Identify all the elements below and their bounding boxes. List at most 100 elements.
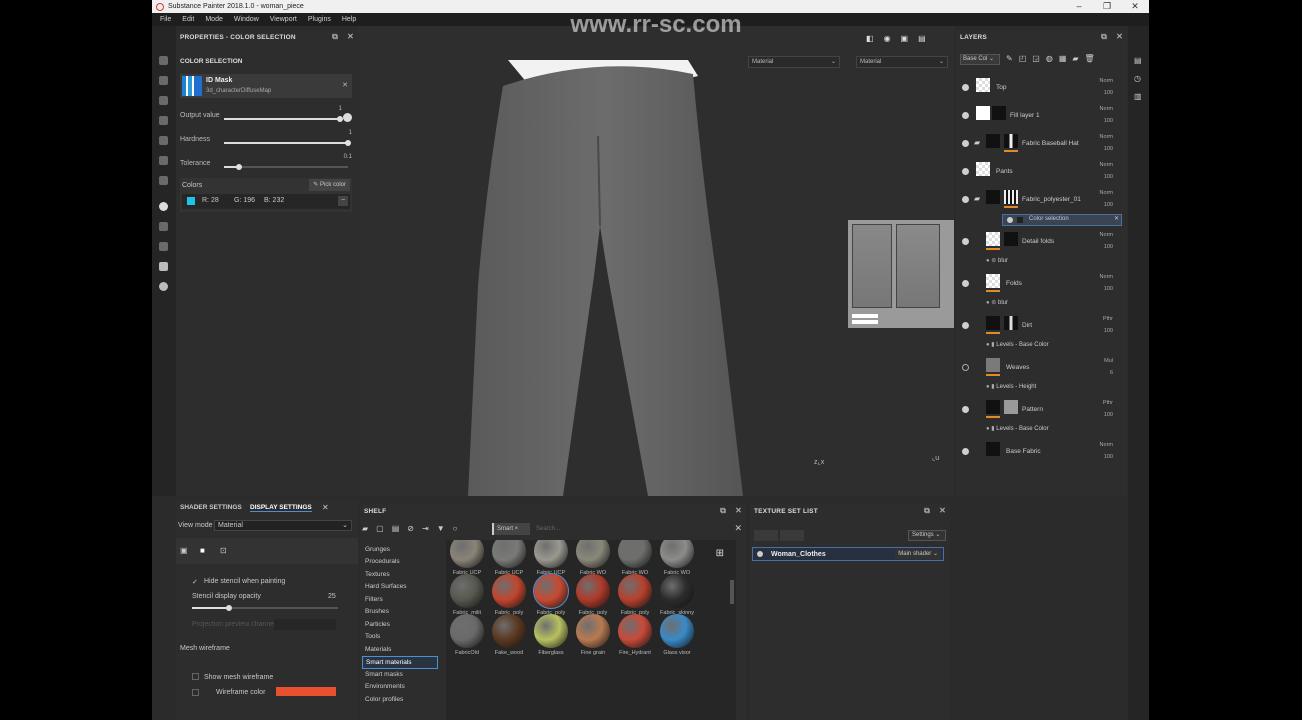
layers-dock-icon[interactable]: ▤ [1134,56,1142,65]
close-window-icon[interactable]: ✕ [1121,0,1149,13]
material-thumbnail[interactable] [450,540,484,568]
wireframe-color-checkbox[interactable] [192,689,199,696]
visibility-eye-icon[interactable] [962,406,969,413]
material-thumbnail[interactable] [450,614,484,648]
blur-effect[interactable]: ● ⊛ blur [986,257,1008,264]
shelf-scrollbar[interactable] [730,580,734,604]
settings-icon[interactable] [159,282,168,291]
maximize-icon[interactable]: ❐ [1093,0,1121,13]
material-thumbnail[interactable] [660,614,694,648]
smudge-tool-icon[interactable] [159,136,168,145]
remove-resource-icon[interactable]: ✕ [342,81,348,89]
delete-layer-icon[interactable]: 🗑 [1085,54,1095,63]
texture-set-item[interactable]: Woman_Clothes Main shader ⌄ [752,547,944,561]
import-icon[interactable]: ⇥ [422,524,429,533]
blend-mode[interactable]: Pthr [1103,400,1113,406]
menu-help[interactable]: Help [342,16,356,23]
screenshot-icon[interactable]: ▤ [918,34,926,43]
layer-row[interactable]: Weaves Mul 6 [956,354,1127,382]
blend-mode[interactable]: Pthr [1103,316,1113,322]
layer-opacity[interactable]: 100 [1104,244,1113,250]
stencil-opacity-slider[interactable] [192,605,338,611]
layer-opacity[interactable]: 100 [1104,118,1113,124]
blend-mode[interactable]: Norm [1100,274,1113,280]
material-thumbnail[interactable] [576,540,610,568]
filter-toggle-1[interactable] [754,530,778,541]
add-effect-icon[interactable]: ✎ [1006,54,1013,63]
layer-row[interactable]: Fill layer 1 Norm 100 [956,102,1127,130]
layer-opacity[interactable]: 100 [1104,328,1113,334]
visibility-eye-icon[interactable] [962,140,969,147]
category-item[interactable]: Environments [365,683,405,690]
visibility-eye-icon[interactable] [962,168,969,175]
material-thumbnail[interactable] [534,614,568,648]
layer-opacity[interactable]: 100 [1104,90,1113,96]
clone-tool-icon[interactable] [159,156,168,165]
polygon-fill-icon[interactable] [159,222,168,231]
category-item[interactable]: Materials [365,646,391,653]
folder-icon[interactable]: ▰ [362,524,368,533]
tolerance-slider[interactable]: Tolerance 0.1 [180,154,352,178]
menu-window[interactable]: Window [234,16,259,23]
shelf-search-input[interactable]: Search... [536,523,726,535]
float-layers-icon[interactable]: ⧉ [1101,32,1107,42]
layer-opacity[interactable]: 100 [1104,454,1113,460]
settings-dropdown[interactable]: Settings ⌄ [908,530,946,541]
visibility-eye-icon[interactable] [962,196,969,203]
blur-effect[interactable]: ● ⊛ blur [986,299,1008,306]
category-item[interactable]: Color profiles [365,696,403,703]
add-folder-icon[interactable]: ▰ [1072,54,1078,63]
visibility-eye-icon[interactable] [962,322,969,329]
layer-opacity[interactable]: 100 [1104,286,1113,292]
material-thumbnail[interactable] [618,574,652,608]
hardness-slider[interactable]: Hardness 1 [180,130,352,154]
color-selection-tool-icon[interactable] [159,202,168,211]
pick-color-button[interactable]: ✎ Pick color [309,179,350,191]
color-selection-effect[interactable]: Color selection ✕ [1002,214,1122,226]
material-thumbnail[interactable] [618,540,652,568]
save-icon[interactable]: ▤ [392,524,400,533]
layer-opacity[interactable]: 100 [1104,174,1113,180]
filter-toggle-2[interactable] [780,530,804,541]
layer-row[interactable]: Pants Norm 100 [956,158,1127,186]
shader-select[interactable]: Main shader ⌄ [895,549,941,559]
visibility-eye-icon[interactable] [962,238,969,245]
visibility-eye-icon[interactable] [757,551,763,557]
visibility-eye-icon[interactable] [1007,217,1013,223]
tab-shader-settings[interactable]: SHADER SETTINGS [180,504,242,511]
blend-mode[interactable]: Norm [1100,190,1113,196]
blend-mode[interactable]: Norm [1100,442,1113,448]
tab-display-settings[interactable]: DISPLAY SETTINGS [250,504,312,512]
channel-select[interactable]: Base Col ⌄ [960,54,1000,65]
menu-edit[interactable]: Edit [182,16,194,23]
camera-icon[interactable]: ◉ [884,34,891,43]
show-mesh-checkbox[interactable] [192,673,199,680]
projection-channel-select[interactable] [274,619,336,630]
output-value-slider[interactable]: Output value 1 [180,106,352,130]
viewport-channel-select-right[interactable]: Material ⌄ [856,56,948,68]
visibility-eye-icon[interactable] [962,448,969,455]
3d-viewport[interactable]: Material ⌄ Material ⌄ ◧ ◉ ▣ ▤ z⌞x ⌞u [358,26,954,496]
close-layers-icon[interactable]: ✕ [1116,32,1123,42]
add-fill-icon[interactable]: ◍ [1046,54,1053,63]
category-item[interactable]: Filters [365,596,383,603]
material-thumbnail[interactable] [576,614,610,648]
folder-icon[interactable]: ▰ [974,194,980,203]
material-thumbnail[interactable] [576,574,610,608]
category-item[interactable]: Tools [365,633,380,640]
material-thumbnail[interactable] [492,614,526,648]
bake-icon[interactable] [159,242,168,251]
clear-search-icon[interactable]: ✕ [734,523,742,534]
layer-opacity[interactable]: 6 [1110,370,1113,376]
category-item[interactable]: Procedurals [365,558,400,565]
float-panel-icon[interactable]: ⧉ [332,32,338,42]
filter-icon[interactable]: ▼ [437,524,445,533]
float-shelf-icon[interactable]: ⧉ [720,506,726,516]
material-thumbnail[interactable] [534,540,568,568]
material-thumbnail[interactable] [492,574,526,608]
levels-effect[interactable]: ● ▮ Levels - Base Color [986,341,1049,348]
add-paint-icon[interactable]: ▦ [1059,54,1067,63]
float-texset-icon[interactable]: ⧉ [924,506,930,516]
category-item[interactable]: Particles [365,621,390,628]
layer-row[interactable]: Detail folds Norm 100 [956,228,1127,256]
